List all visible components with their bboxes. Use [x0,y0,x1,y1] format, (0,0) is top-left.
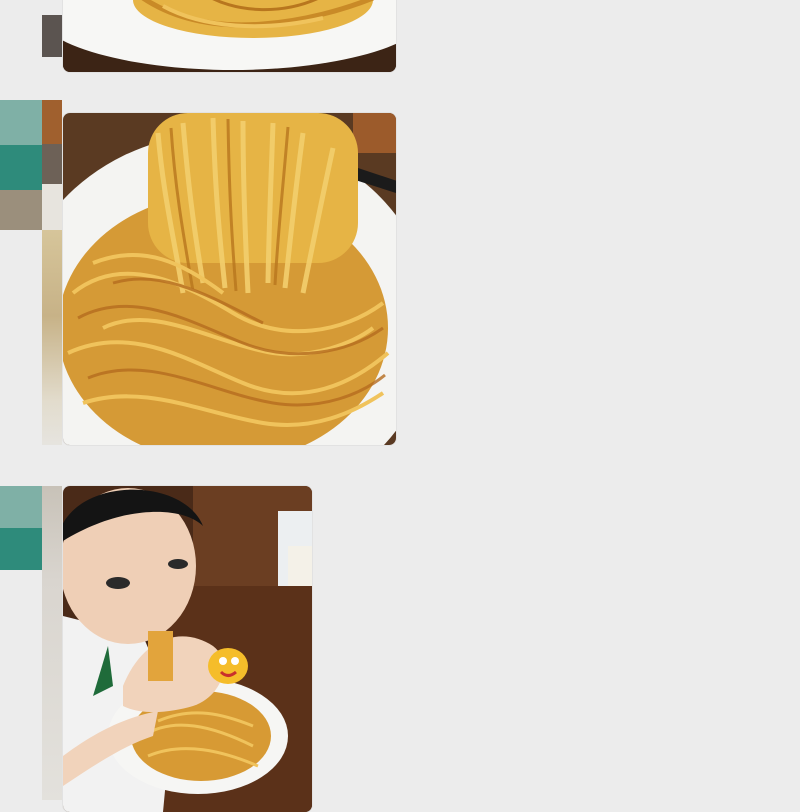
pasta-twirl-image [63,113,396,445]
strip-block [0,190,42,230]
strip-block [42,184,62,230]
strip-block [42,15,62,57]
strip-block [42,100,62,144]
photo-pasta-plate-top[interactable] [63,0,396,72]
strip-block [0,486,42,528]
strip-block [42,230,62,445]
left-blurred-strip [0,0,62,800]
pasta-plate-image [63,0,396,72]
strip-block [0,145,42,190]
strip-block [0,528,42,570]
strip-block [0,100,42,145]
strip-block [0,0,42,58]
strip-block [42,144,62,184]
strip-block [42,486,62,800]
child-eating-image [63,486,312,812]
photo-pasta-twirled-fork[interactable] [63,113,396,445]
photo-child-eating-pasta[interactable] [63,486,312,812]
